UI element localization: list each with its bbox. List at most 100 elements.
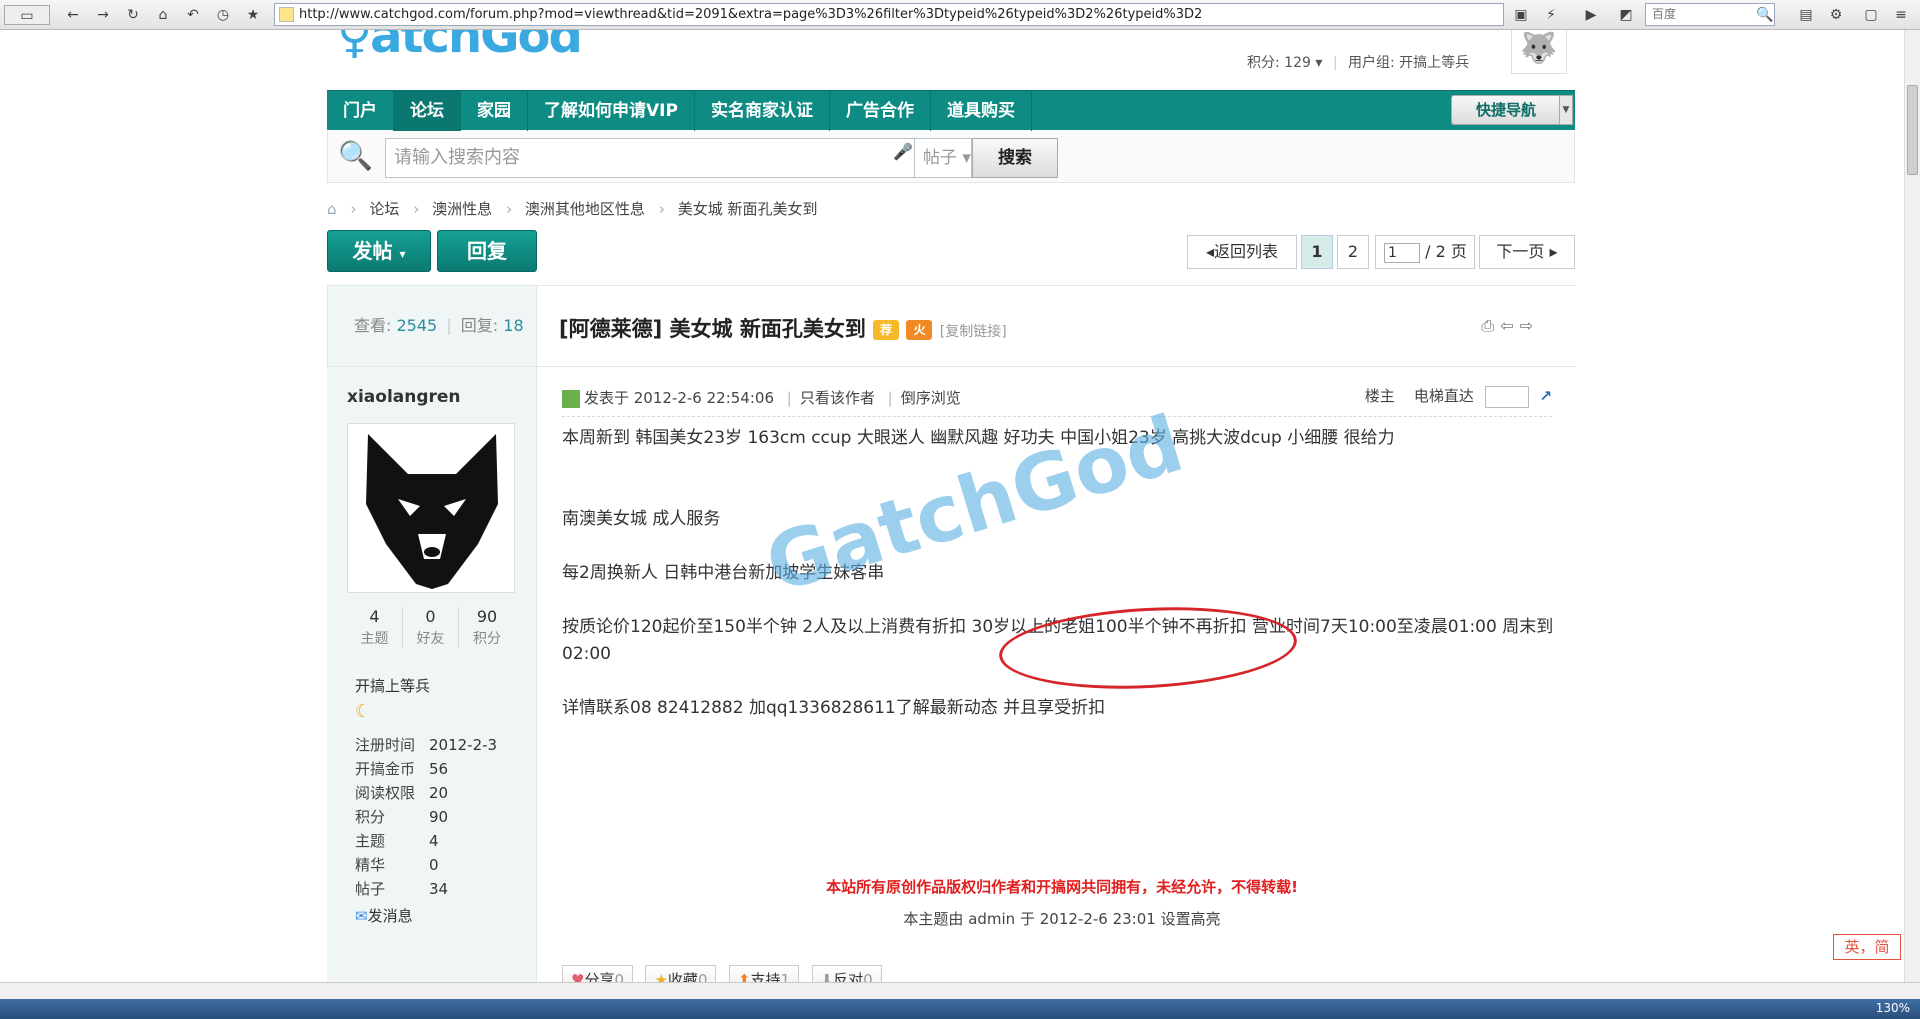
back-icon[interactable]: ← (62, 5, 84, 25)
only-author-link[interactable]: 只看该作者 (800, 389, 875, 407)
author-rank: 开搞上等兵 (355, 677, 431, 695)
ime-indicator[interactable]: 英，简 (1833, 934, 1901, 960)
reply-button[interactable]: 回复 (437, 230, 537, 272)
oppose-button[interactable]: ⬇反对0 (811, 965, 882, 982)
floor-label: 楼主 (1364, 387, 1395, 405)
post-meta-bar: 发表于 2012-2-6 22:54:06 | 只看该作者 | 倒序浏览 楼主 电梯… (562, 367, 1552, 417)
page-jump-input[interactable]: 1 (1384, 242, 1420, 263)
nav-item-ads[interactable]: 广告合作 (830, 91, 931, 131)
nav-item-portal[interactable]: 门户 (327, 91, 394, 131)
refresh-icon[interactable]: ↻ (122, 5, 144, 25)
nav-item-merchant[interactable]: 实名商家认证 (695, 91, 830, 131)
search-type-select[interactable]: 帖子 ▾ (915, 138, 972, 178)
post-line: 每2周换新人 日韩中港台新加坡学生妹客串 (562, 563, 885, 583)
tag-badge-icon: 荐 (873, 320, 900, 340)
detail-row: 积分 90 (355, 808, 449, 826)
window-icon[interactable]: ▢ (1860, 5, 1882, 25)
header-avatar[interactable]: 🐺 (1511, 30, 1567, 74)
author-sidebar: xiaolangren 4 主题 0 好友 90 积分 开搞上等兵 ☾ 注册时间 201… (327, 367, 537, 982)
print-icon[interactable]: ⎙ (1481, 316, 1500, 335)
online-status-icon (562, 389, 580, 408)
status-bar: 130% (0, 999, 1920, 1019)
menu-icon[interactable]: ▭ (4, 5, 50, 25)
detail-row: 注册时间 2012-2-3 (355, 736, 498, 754)
microphone-icon[interactable]: 🎤 (893, 142, 913, 161)
author-avatar[interactable] (347, 423, 515, 593)
page-link-2[interactable]: 2 (1337, 235, 1369, 269)
play-icon[interactable]: ▶ (1580, 5, 1602, 25)
address-bar[interactable]: http://www.catchgod.com/forum.php?mod=vi… (274, 3, 1504, 26)
history-icon[interactable]: ◷ (212, 5, 234, 25)
browser-toolbar: ▭ ← → ↻ ⌂ ↶ ◷ ★ http://www.catchgod.com/… (0, 0, 1920, 30)
home-icon[interactable]: ⌂ (327, 200, 337, 218)
floor-jump-input[interactable] (1484, 385, 1529, 408)
url-text: http://www.catchgod.com/forum.php?mod=vi… (299, 7, 1203, 22)
usergroup-label: 用户组: 开搞上等兵 (1348, 55, 1470, 71)
highlight-note: 本主题由 admin 于 2012-2-6 23:01 设置高亮 (903, 910, 1221, 928)
thread-tools: ⎙⇦⇨ (1481, 316, 1539, 336)
home-icon[interactable]: ⌂ (152, 5, 174, 25)
main-nav: 门户 论坛 家园 了解如何申请VIP 实名商家认证 广告合作 道具购买 快捷导航… (327, 90, 1575, 131)
author-details: 注册时间 2012-2-3 开搞金币 56 阅读权限 20 积分 90 主题 4 精华 0 … (355, 733, 497, 901)
bookmark-star-icon[interactable]: ★ (242, 5, 264, 25)
author-name[interactable]: xiaolangren (347, 387, 461, 407)
page-jump: 1 / 2 页 (1375, 235, 1475, 269)
vertical-scrollbar[interactable] (1904, 30, 1920, 982)
reverse-order-link[interactable]: 倒序浏览 (901, 389, 961, 407)
author-stats: 4 主题 0 好友 90 积分 (347, 607, 515, 657)
search-magnifier-icon: 🔍 (338, 139, 373, 172)
stat-points[interactable]: 90 积分 (459, 607, 515, 648)
nav-item-home[interactable]: 家园 (461, 91, 528, 131)
scrollbar-thumb[interactable] (1907, 85, 1918, 175)
search-button[interactable]: 搜索 (972, 138, 1058, 178)
breadcrumb-item[interactable]: 论坛 (369, 200, 399, 218)
horizontal-scrollbar[interactable] (0, 982, 1920, 999)
page-link-1[interactable]: 1 (1301, 235, 1333, 269)
lightning-icon[interactable]: ⚡ (1540, 5, 1562, 25)
share-button[interactable]: ♥分享0 (562, 965, 634, 982)
breadcrumb-item[interactable]: 澳洲其他地区性息 (525, 200, 645, 218)
forum-search-input[interactable]: 请输入搜索内容 (385, 138, 915, 178)
envelope-icon: ✉ (355, 907, 368, 925)
stat-topics[interactable]: 4 主题 (347, 607, 403, 648)
post-meta-left: 发表于 2012-2-6 22:54:06 | 只看该作者 | 倒序浏览 (562, 387, 961, 408)
hot-badge-icon: 火 (906, 320, 933, 340)
wolf-icon (366, 434, 498, 589)
prev-thread-icon[interactable]: ⇦ (1500, 316, 1519, 335)
detail-row: 主题 4 (355, 832, 439, 850)
detail-row: 阅读权限 20 (355, 784, 449, 802)
detail-row: 开搞金币 56 (355, 760, 449, 778)
post-line: 详情联系08 82412882 加qq1336828611了解最新动态 并且享受… (562, 698, 1106, 718)
reader-icon[interactable]: ▣ (1510, 5, 1532, 25)
user-info: 积分: 129 ▾ | 用户组: 开搞上等兵 (1247, 55, 1470, 71)
site-logo[interactable]: ♀atchGod (337, 30, 583, 64)
tools-icon[interactable]: ▤ (1795, 5, 1817, 25)
breadcrumb-current[interactable]: 美女城 新面孔美女到 (678, 200, 818, 218)
back-to-list-button[interactable]: ◂返回列表 (1187, 235, 1297, 269)
zoom-level[interactable]: 130% (1876, 1001, 1910, 1015)
quick-nav-dropdown-icon[interactable]: ▼ (1559, 95, 1573, 125)
nav-item-vip[interactable]: 了解如何申请VIP (528, 91, 695, 131)
search-icon[interactable]: 🔍 (1754, 5, 1776, 25)
nav-item-forum[interactable]: 论坛 (394, 91, 461, 131)
points-label[interactable]: 积分: 129 (1247, 55, 1311, 71)
detail-row: 精华 0 (355, 856, 439, 874)
favorite-button[interactable]: ★收藏0 (645, 965, 717, 982)
copy-link[interactable]: [复制链接] (940, 324, 1007, 340)
next-thread-icon[interactable]: ⇨ (1520, 316, 1539, 335)
menu-more-icon[interactable]: ≡ (1890, 5, 1912, 25)
stat-friends[interactable]: 0 好友 (403, 607, 459, 648)
search-engine-icon[interactable]: ◩ (1615, 5, 1637, 25)
support-button[interactable]: ⬆支持1 (728, 965, 800, 982)
breadcrumb-item[interactable]: 澳洲性息 (432, 200, 492, 218)
nav-item-shop[interactable]: 道具购买 (931, 91, 1032, 131)
quick-nav-button[interactable]: 快捷导航 (1451, 95, 1561, 125)
heart-icon: ♥ (571, 971, 585, 982)
undo-icon[interactable]: ↶ (182, 5, 204, 25)
settings-icon[interactable]: ⚙ (1825, 5, 1847, 25)
next-page-button[interactable]: 下一页 ▸ (1479, 235, 1575, 269)
new-post-button[interactable]: 发帖 ▾ (327, 230, 431, 272)
floor-jump-icon[interactable]: ↗ (1539, 387, 1552, 405)
send-message-link[interactable]: ✉发消息 (355, 905, 413, 926)
forward-icon[interactable]: → (92, 5, 114, 25)
